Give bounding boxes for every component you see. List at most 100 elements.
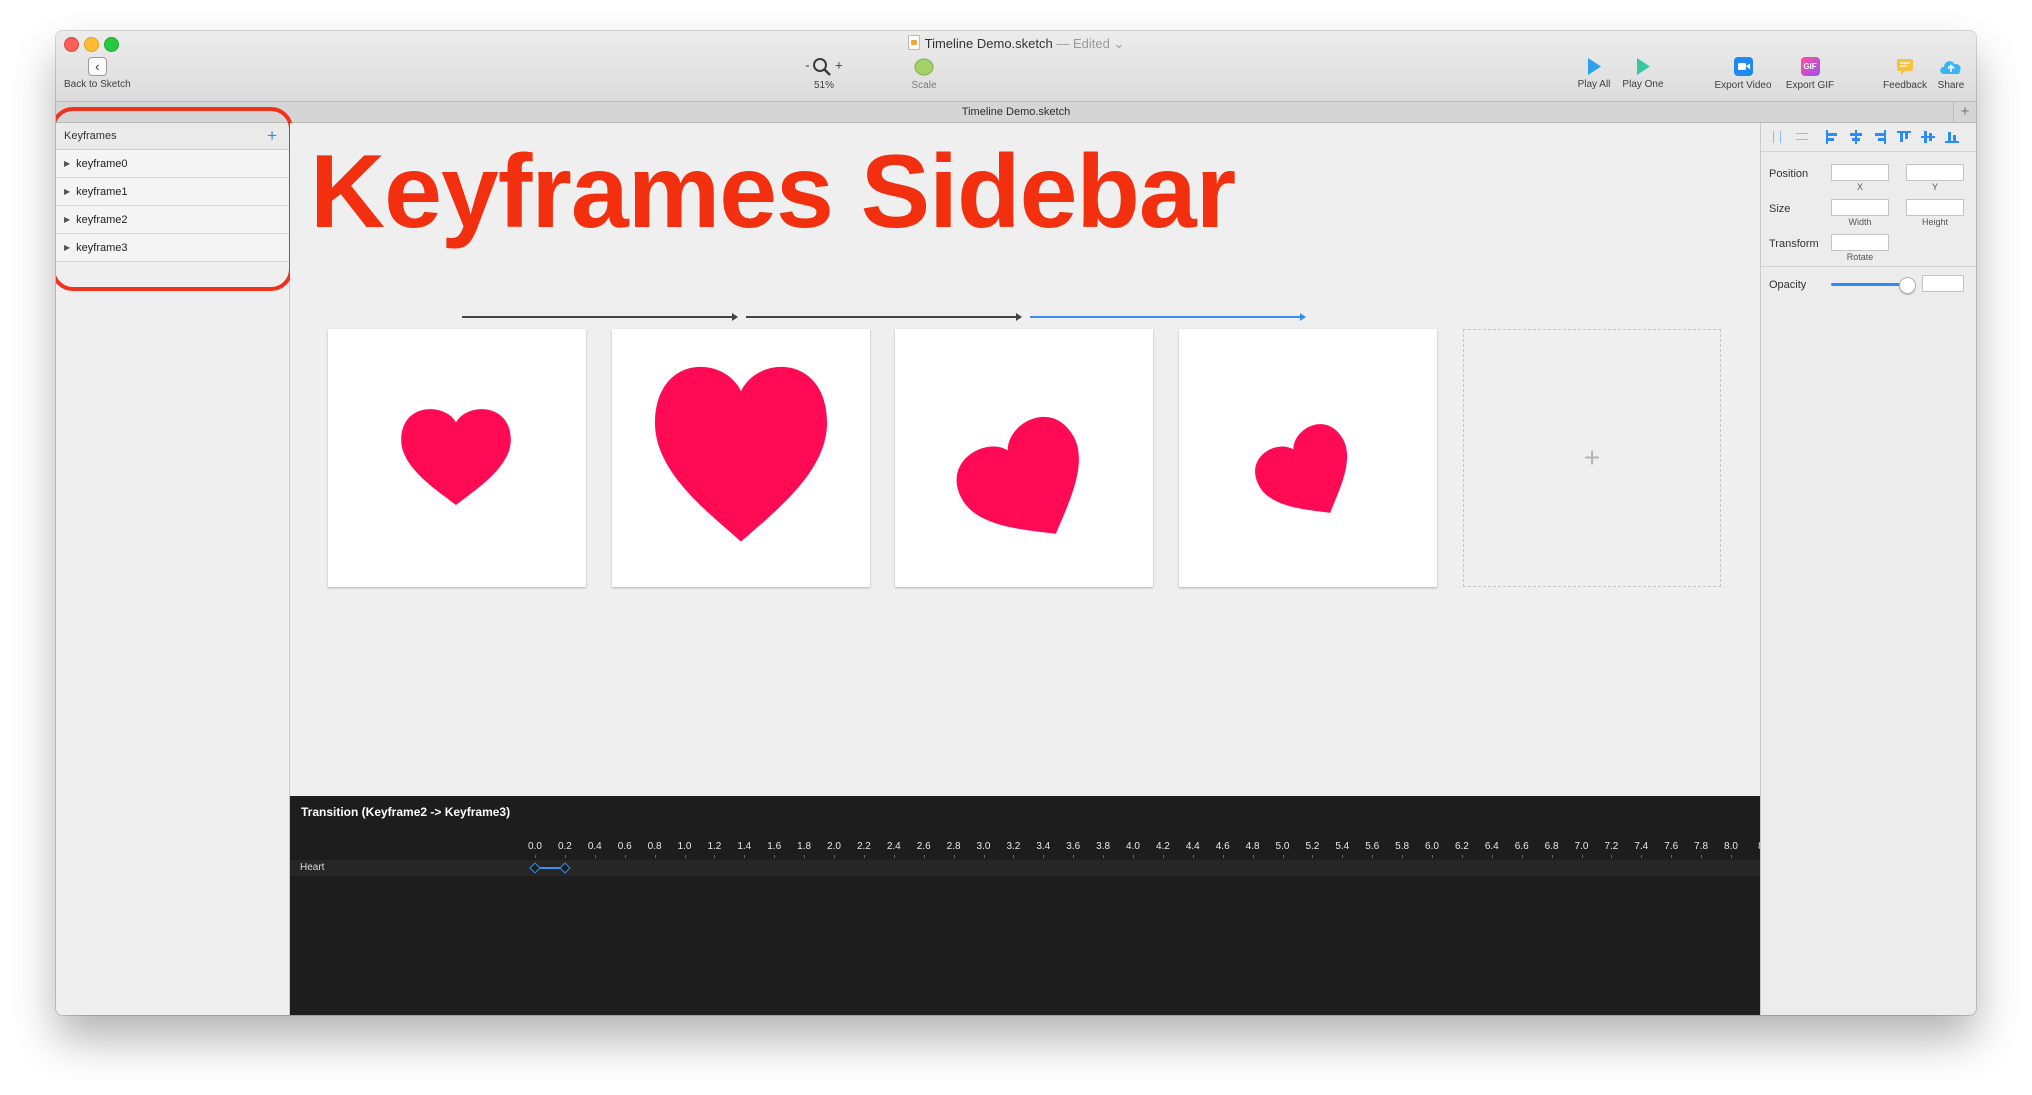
time-tick-mark [923,855,925,858]
transition-arrow-2[interactable] [1030,313,1306,321]
scale-icon [914,58,934,76]
time-tick-label: 0.8 [647,841,662,852]
zoom-out-button[interactable]: - [805,58,809,73]
feedback-button[interactable]: Feedback [1881,57,1929,91]
keyframe-artboard-1[interactable] [612,329,870,587]
time-tick-label: 4.0 [1126,841,1140,852]
time-tick-label: 7.6 [1664,841,1679,852]
align-bottom-icon[interactable] [1945,130,1959,144]
new-tab-button[interactable]: + [1953,102,1976,122]
cloud-upload-icon [1940,61,1961,74]
time-tick-label: 5.2 [1305,841,1320,852]
scale-button[interactable]: Scale [904,57,944,91]
play-all-label: Play All [1577,79,1611,90]
keyframe-artboard-0[interactable] [328,329,586,587]
time-tick-label: 7.8 [1694,841,1709,852]
time-tick-mark [1551,855,1553,858]
align-right-icon[interactable] [1873,130,1887,144]
opacity-slider-track[interactable] [1831,283,1905,286]
time-tick-label: 6.2 [1454,841,1469,852]
size-label: Size [1769,203,1791,215]
time-tick-mark [684,855,686,858]
keyframe-end-handle[interactable] [559,862,571,874]
time-tick-label: 6.6 [1514,841,1529,852]
time-tick-label: 3.0 [976,841,991,852]
share-button[interactable]: Share [1932,57,1970,91]
time-tick-mark [1252,855,1254,858]
distribute-horizontal-icon[interactable] [1771,130,1785,144]
divider [1761,266,1976,267]
position-x-field[interactable] [1831,164,1889,181]
time-tick-mark [834,855,835,858]
time-tick-label: 6.8 [1544,841,1559,852]
play-one-button[interactable]: Play One [1620,57,1666,90]
time-tick-mark [1013,855,1015,858]
time-tick-label: 5.0 [1275,841,1290,852]
time-tick-label: 3.6 [1066,841,1081,852]
time-tick-label: 5.8 [1395,841,1410,852]
export-video-button[interactable]: Export Video [1710,57,1776,91]
add-artboard-button[interactable]: + [1463,329,1721,587]
width-caption: Width [1848,217,1872,227]
time-tick-label: 2.4 [886,841,901,852]
width-field[interactable] [1831,199,1889,216]
rotate-field[interactable] [1831,234,1889,251]
time-tick-mark [893,855,895,858]
time-tick-label: 3.4 [1036,841,1051,852]
canvas[interactable]: Keyframes Sidebar + [290,123,1760,796]
chevron-down-icon[interactable]: ⌄ [1110,36,1124,51]
play-all-button[interactable]: Play All [1574,57,1614,90]
time-tick-mark [624,855,626,858]
timeline-track[interactable]: Heart [290,860,1760,876]
opacity-slider-knob[interactable] [1899,277,1916,294]
time-tick-mark [1282,855,1284,858]
transition-arrow-1[interactable] [746,313,1022,321]
annotation-title: Keyframes Sidebar [310,134,1236,250]
keyframe-artboard-3[interactable] [1179,329,1437,587]
keyframe-artboard-2[interactable] [895,329,1153,587]
timeline-panel: Transition (Keyframe2 -> Keyframe3) 0.0 0… [290,796,1760,1015]
position-y-field[interactable] [1906,164,1964,181]
play-one-label: Play One [1622,79,1664,90]
align-center-icon[interactable] [1849,130,1863,144]
align-left-icon[interactable] [1825,130,1839,144]
time-tick-label: 8 [1758,841,1760,852]
heart-icon [401,409,511,505]
rotate-caption: Rotate [1846,252,1874,262]
time-tick-mark [1402,855,1404,858]
distribute-vertical-icon[interactable] [1795,130,1809,144]
time-tick-label: 2.0 [827,841,841,852]
play-one-icon [1637,58,1650,75]
zoom-in-button[interactable]: + [835,58,843,73]
play-all-icon [1588,58,1601,75]
time-tick-label: 0.0 [528,841,542,852]
zoom-level: 51% [813,80,834,91]
heart-icon [655,366,827,542]
back-to-sketch-button[interactable]: ‹ Back to Sketch [64,57,131,90]
time-tick-label: 0.2 [557,841,572,852]
time-tick-label: 0.4 [587,841,602,852]
time-tick-label: 4.8 [1245,841,1260,852]
height-caption: Height [1921,217,1948,227]
magnifier-icon[interactable] [812,57,832,77]
time-tick-mark [714,855,716,858]
transition-arrow-0[interactable] [462,313,738,321]
opacity-field[interactable] [1922,275,1964,292]
document-tab[interactable]: Timeline Demo.sketch + [56,101,1976,123]
time-tick-label: 3.8 [1096,841,1111,852]
time-tick-mark [744,855,746,858]
heart-icon [1255,424,1347,513]
window-title-text: Timeline Demo.sketch [924,36,1053,51]
time-tick-label: 4.6 [1215,841,1230,852]
time-tick-label: 2.6 [916,841,931,852]
export-gif-button[interactable]: GIF Export GIF [1782,57,1838,91]
time-tick-mark [654,855,656,858]
keyframe-start-handle[interactable] [529,862,541,874]
height-field[interactable] [1906,199,1964,216]
align-top-icon[interactable] [1897,130,1911,144]
x-caption: X [1856,182,1863,192]
plus-icon: + [1583,442,1601,473]
chevron-left-icon: ‹ [87,57,107,76]
align-middle-icon[interactable] [1921,130,1935,144]
inspector-panel: Position X Y Size Width Height Transform… [1760,123,1976,1015]
